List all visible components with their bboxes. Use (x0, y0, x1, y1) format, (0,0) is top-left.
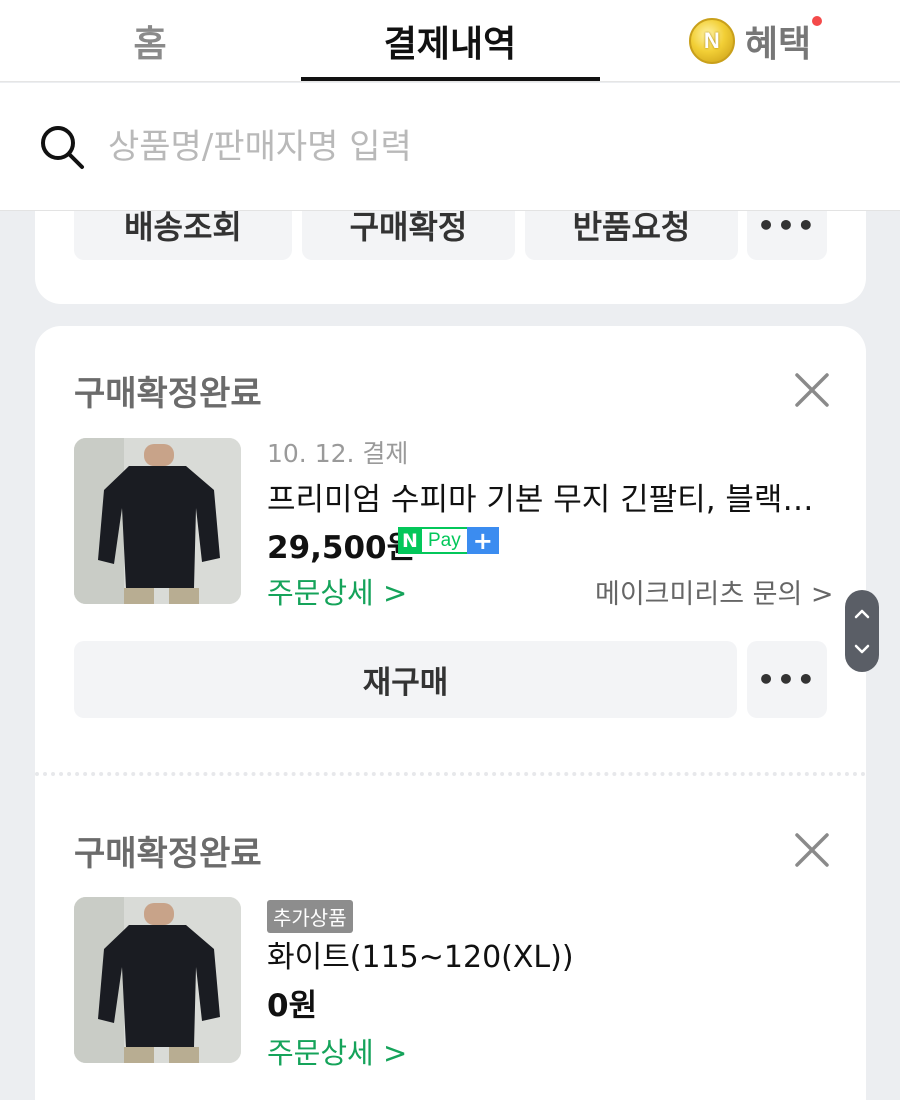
order-more-button[interactable]: ••• (747, 641, 827, 718)
close-icon[interactable] (794, 372, 830, 408)
rebuy-label: 재구매 (362, 665, 449, 701)
product-name[interactable]: 프리미엄 수피마 기본 무지 긴팔티, 블랙 화... (267, 474, 819, 519)
tab-benefits-label: 혜택 (744, 24, 812, 65)
close-icon[interactable] (794, 832, 830, 868)
tab-payment-history[interactable]: 결제내역 (300, 0, 600, 82)
chevron-up-icon[interactable] (853, 607, 871, 621)
product-thumbnail[interactable] (74, 897, 241, 1063)
more-icon: ••• (757, 208, 817, 242)
rebuy-button[interactable]: 재구매 (74, 641, 737, 718)
tab-payment-history-label: 결제내역 (383, 24, 517, 65)
order-detail-link[interactable]: 주문상세 > (267, 1030, 407, 1072)
additional-product-tag: 추가상품 (267, 900, 353, 933)
top-tab-bar: 홈 결제내역 N 혜택 (0, 0, 900, 82)
option-name[interactable]: 화이트(115~120(XL)) (267, 932, 574, 976)
notification-dot (812, 16, 822, 26)
search-icon[interactable] (38, 123, 86, 171)
order-card: 구매확정완료 10. 12. 결제 프리미엄 수피마 기본 무지 긴팔티, 블랙… (35, 326, 866, 1100)
payment-date: 10. 12. 결제 (267, 439, 409, 468)
product-price: 0원 (267, 988, 318, 1024)
order-status: 구매확정완료 (74, 374, 262, 414)
search-input[interactable] (108, 123, 848, 171)
scroll-control[interactable] (845, 590, 879, 672)
seller-inquiry-link[interactable]: 메이크미리츠 문의 > (595, 572, 834, 611)
npay-pay-label: Pay (422, 527, 467, 554)
active-tab-indicator (301, 77, 600, 81)
npay-n-icon: N (398, 527, 422, 554)
product-price: 29,500원 (267, 530, 416, 566)
tab-home[interactable]: 홈 (0, 0, 300, 82)
npay-plus-badge: N Pay + (398, 527, 499, 555)
product-thumbnail[interactable] (74, 438, 241, 604)
chevron-down-icon[interactable] (853, 642, 871, 656)
more-icon: ••• (757, 663, 817, 696)
order-detail-link[interactable]: 주문상세 > (267, 570, 407, 612)
search-bar (0, 83, 900, 211)
tab-benefits[interactable]: N 혜택 (600, 0, 900, 82)
npay-plus-icon: + (466, 527, 499, 555)
tab-home-label: 홈 (133, 24, 167, 65)
order-status: 구매확정완료 (74, 834, 262, 874)
naver-coin-icon: N (688, 18, 735, 64)
order-divider (35, 772, 866, 776)
